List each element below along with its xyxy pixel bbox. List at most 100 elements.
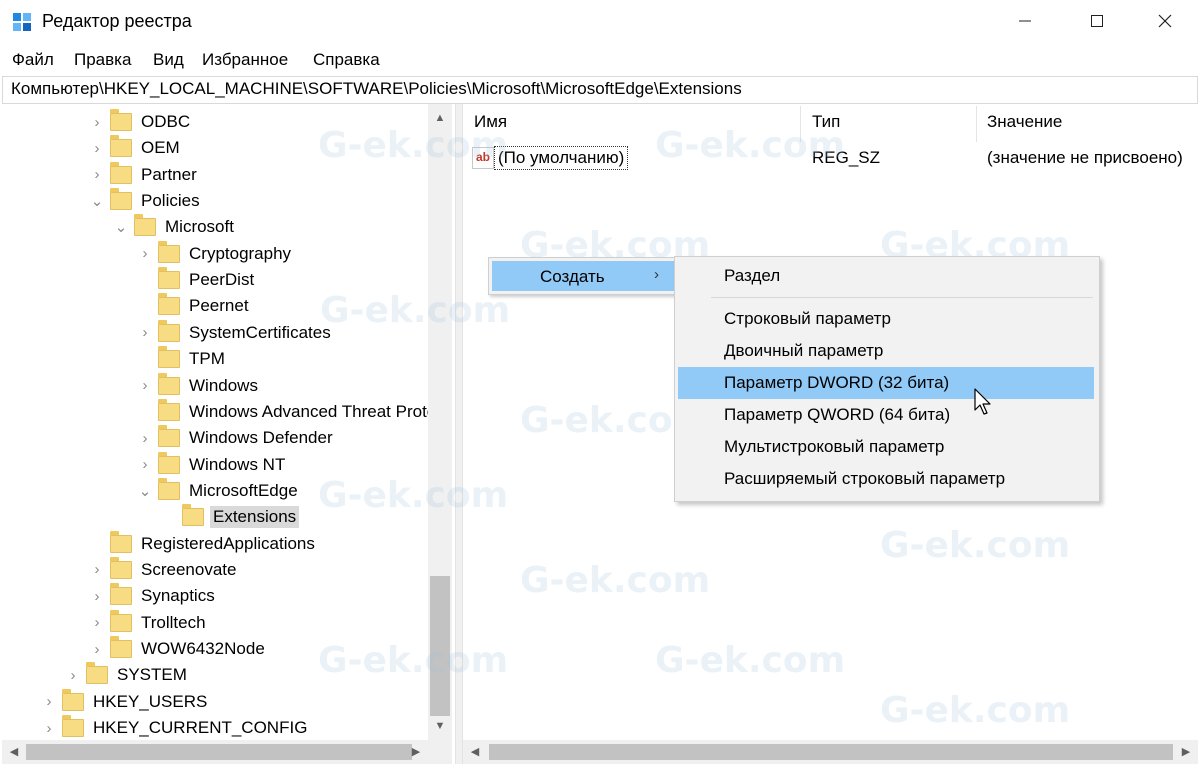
scroll-down-icon[interactable]: ▼ — [428, 716, 452, 736]
tree-item[interactable]: › Screenovate — [88, 556, 239, 583]
menu-file[interactable]: Файл — [12, 50, 54, 70]
submenu-item-label: Расширяемый строковый параметр — [724, 469, 1006, 488]
menu-view[interactable]: Вид — [153, 50, 184, 70]
collapse-chevron-icon[interactable]: ⌄ — [136, 482, 154, 500]
tree-item[interactable]: ⌄ Microsoft — [112, 214, 237, 240]
tree-item-label: Trolltech — [141, 612, 206, 632]
value-name[interactable]: (По умолчанию) — [494, 146, 629, 170]
tree-item[interactable]: ⌄ Policies — [88, 188, 203, 214]
close-button[interactable] — [1130, 0, 1200, 44]
folder-icon — [62, 688, 84, 711]
expand-chevron-icon[interactable]: › — [88, 641, 106, 658]
minimize-button[interactable] — [990, 0, 1060, 44]
folder-icon — [158, 240, 180, 263]
tree-item[interactable]: › OEM — [88, 135, 183, 161]
folder-icon — [110, 530, 132, 553]
scroll-right-icon[interactable]: ▶ — [404, 742, 428, 762]
tree-item[interactable]: › Synaptics — [88, 583, 218, 609]
expand-chevron-icon[interactable]: › — [40, 720, 58, 737]
context-menu-create[interactable]: Создать › — [492, 261, 674, 291]
expand-chevron-icon[interactable]: › — [88, 588, 106, 605]
tree-item[interactable]: › Windows — [136, 372, 261, 399]
tree-item-label: Windows Defender — [189, 428, 333, 448]
expand-chevron-icon[interactable]: › — [64, 667, 82, 684]
scroll-up-icon[interactable]: ▲ — [428, 108, 452, 128]
tree-item[interactable]: › WOW6432Node — [88, 636, 268, 662]
submenu-arrow-icon: › — [654, 266, 659, 283]
scrollbar-thumb[interactable] — [489, 744, 1173, 760]
tree-item[interactable]: › Windows Defender — [136, 425, 336, 451]
tree-pane: › ODBC › OEM › Partner ⌄ Policies ⌄ Microsoft › Cry… — [2, 104, 454, 740]
expand-chevron-icon[interactable]: › — [136, 456, 154, 473]
tree-item[interactable]: › Trolltech — [88, 609, 209, 636]
pane-splitter[interactable] — [455, 104, 463, 764]
tree-item[interactable]: › Cryptography — [136, 240, 294, 267]
minimize-icon — [1018, 11, 1032, 34]
scroll-left-icon[interactable]: ◀ — [463, 742, 487, 762]
tree-item[interactable]: TPM — [136, 346, 228, 372]
expand-chevron-icon[interactable]: › — [88, 561, 106, 578]
expand-chevron-icon[interactable]: › — [136, 377, 154, 394]
tree-item[interactable]: › Windows NT — [136, 451, 288, 478]
tree-item[interactable]: Extensions — [160, 504, 300, 530]
address-bar[interactable]: Компьютер\HKEY_LOCAL_MACHINE\SOFTWARE\Po… — [2, 76, 1198, 104]
expand-chevron-icon[interactable]: › — [136, 430, 154, 447]
values-horizontal-scrollbar[interactable]: ◀ ▶ — [463, 740, 1198, 764]
tree-item[interactable]: › Partner — [88, 161, 200, 188]
menu-favorites[interactable]: Избранное — [202, 50, 288, 70]
collapse-chevron-icon[interactable]: ⌄ — [88, 192, 106, 210]
tree-item[interactable]: › SYSTEM — [64, 662, 190, 688]
column-header-type[interactable]: Тип — [812, 112, 840, 132]
submenu-item-expandable-string-value[interactable]: Расширяемый строковый параметр — [678, 463, 1094, 495]
folder-icon — [158, 293, 180, 316]
tree-item-label: Synaptics — [141, 586, 215, 606]
column-header-name[interactable]: Имя — [474, 112, 507, 132]
scrollbar-thumb[interactable] — [26, 744, 412, 760]
tree-item[interactable]: › ODBC — [88, 109, 193, 135]
tree-item-label: Windows NT — [189, 454, 286, 474]
scroll-left-icon[interactable]: ◀ — [2, 742, 26, 762]
maximize-button[interactable] — [1062, 0, 1132, 44]
create-submenu: Раздел Строковый параметр Двоичный парам… — [674, 256, 1100, 502]
scrollbar-thumb[interactable] — [430, 576, 450, 716]
submenu-item-binary-value[interactable]: Двоичный параметр — [678, 335, 1094, 367]
tree-horizontal-scrollbar[interactable]: ◀ ▶ — [2, 740, 428, 764]
submenu-item-multi-string-value[interactable]: Мультистроковый параметр — [678, 431, 1094, 463]
tree-item[interactable]: › HKEY_CURRENT_CONFIG — [40, 715, 310, 740]
folder-icon — [158, 372, 180, 395]
folder-icon — [110, 135, 132, 158]
tree-item[interactable]: Peernet — [136, 293, 252, 319]
tree-item[interactable]: › SystemCertificates — [136, 319, 334, 346]
column-header-value[interactable]: Значение — [987, 112, 1062, 132]
expand-chevron-icon[interactable]: › — [136, 324, 154, 341]
folder-icon — [158, 346, 180, 369]
scroll-right-icon[interactable]: ▶ — [1174, 742, 1198, 762]
tree-item[interactable]: Windows Advanced Threat Prote — [136, 398, 439, 425]
folder-icon — [110, 188, 132, 211]
tree-item[interactable]: › HKEY_USERS — [40, 688, 210, 715]
expand-chevron-icon[interactable]: › — [88, 114, 106, 131]
tree-item[interactable]: PeerDist — [136, 267, 257, 293]
expand-chevron-icon[interactable]: › — [88, 614, 106, 631]
submenu-item-string-value[interactable]: Строковый параметр — [678, 303, 1094, 335]
tree-item[interactable]: RegisteredApplications — [88, 530, 318, 557]
collapse-chevron-icon[interactable]: ⌄ — [112, 218, 130, 236]
submenu-item-dword-value[interactable]: Параметр DWORD (32 бита) — [678, 367, 1094, 399]
tree-item-label: Policies — [141, 191, 200, 211]
menu-help[interactable]: Справка — [313, 50, 380, 70]
menu-separator — [711, 297, 1093, 298]
column-separator[interactable] — [800, 106, 801, 142]
submenu-item-qword-value[interactable]: Параметр QWORD (64 бита) — [678, 399, 1094, 431]
expand-chevron-icon[interactable]: › — [40, 693, 58, 710]
column-separator[interactable] — [976, 106, 977, 142]
menu-edit[interactable]: Правка — [74, 50, 131, 70]
tree-vertical-scrollbar[interactable]: ▲ ▼ — [428, 104, 452, 740]
expand-chevron-icon[interactable]: › — [88, 166, 106, 183]
tree-item-label: WOW6432Node — [141, 639, 265, 658]
tree-item[interactable]: ⌄ MicrosoftEdge — [136, 477, 301, 504]
submenu-item-key[interactable]: Раздел — [678, 260, 1094, 292]
expand-chevron-icon[interactable]: › — [88, 140, 106, 157]
expand-chevron-icon[interactable]: › — [136, 245, 154, 262]
string-value-icon: ab — [472, 147, 494, 169]
scrollbar-corner — [428, 740, 452, 764]
